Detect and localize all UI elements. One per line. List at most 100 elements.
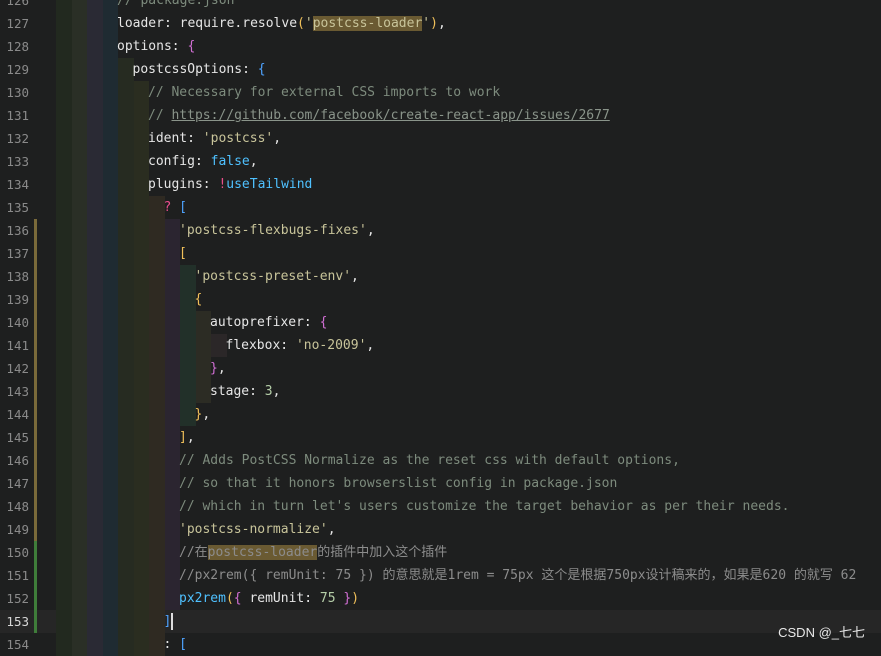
indent-guide	[71, 403, 87, 426]
git-change-marker	[34, 449, 37, 472]
git-change-marker	[34, 426, 37, 449]
code-line[interactable]: 143 stage: 3,	[0, 380, 881, 403]
code-line[interactable]: 131 // https://github.com/facebook/create…	[0, 104, 881, 127]
code-line[interactable]: 148 // which in turn let's users customiz…	[0, 495, 881, 518]
indent-guide	[118, 449, 134, 472]
code-line[interactable]: 129 postcssOptions: {	[0, 58, 881, 81]
indent-guide	[87, 357, 103, 380]
code-line[interactable]: 134 plugins: !useTailwind	[0, 173, 881, 196]
indent-guide	[149, 311, 165, 334]
code-token: flexbox	[225, 338, 281, 353]
indent-guide	[195, 380, 211, 403]
indent-guide	[164, 380, 180, 403]
indent-guide	[102, 518, 118, 541]
code-line[interactable]: 154: [	[0, 633, 881, 656]
code-line[interactable]: 144},	[0, 403, 881, 426]
code-line[interactable]: 138 'postcss-preset-env',	[0, 265, 881, 288]
indent-guide	[149, 219, 165, 242]
indent-guide	[164, 334, 180, 357]
indent-guide	[71, 150, 87, 173]
code-line[interactable]: 128 options: {	[0, 35, 881, 58]
indent-guide	[118, 150, 134, 173]
line-number: 145	[6, 430, 29, 445]
indent-guide	[102, 12, 118, 35]
indent-guide	[71, 0, 87, 12]
indent-guide	[133, 426, 149, 449]
code-token: {	[257, 62, 266, 77]
indent-guide	[149, 380, 165, 403]
code-line[interactable]: 127 loader: require.resolve('postcss-load…	[0, 12, 881, 35]
code-line[interactable]: 147 // so that it honors browserslist con…	[0, 472, 881, 495]
code-token: resolve	[242, 16, 298, 31]
code-line[interactable]: 137 [	[0, 242, 881, 265]
indent-guide	[118, 633, 134, 656]
code-line[interactable]: 126 // package.json	[0, 0, 881, 12]
indent-guide	[149, 610, 165, 633]
code-token: '	[422, 16, 431, 31]
line-number: 146	[6, 453, 29, 468]
code-line[interactable]: 133 config: false,	[0, 150, 881, 173]
code-line[interactable]: 136 'postcss-flexbugs-fixes',	[0, 219, 881, 242]
indent-guide	[133, 449, 149, 472]
indent-guide	[149, 265, 165, 288]
code-line[interactable]: 153]	[0, 610, 881, 633]
indent-guide	[133, 127, 149, 150]
git-change-marker	[34, 311, 37, 334]
indent-guide	[87, 564, 103, 587]
git-change-marker	[34, 357, 37, 380]
code-text: // Adds PostCSS Normalize as the reset c…	[179, 449, 680, 472]
indent-guide	[149, 449, 165, 472]
code-line[interactable]: 135 ? [	[0, 196, 881, 219]
indent-guide	[71, 357, 87, 380]
indent-guide	[164, 495, 180, 518]
indent-guide	[102, 127, 118, 150]
line-number: 152	[6, 591, 29, 606]
line-number: 127	[6, 16, 29, 31]
indent-guide	[164, 564, 180, 587]
code-token: 'no-2009'	[295, 338, 367, 353]
code-token: options	[117, 39, 172, 54]
code-token: ident	[148, 131, 188, 146]
code-line[interactable]: 139 {	[0, 288, 881, 311]
indent-guide	[133, 495, 149, 518]
git-change-marker	[34, 472, 37, 495]
code-token: 75	[319, 591, 336, 606]
code-line[interactable]: 149 'postcss-normalize',	[0, 518, 881, 541]
code-line[interactable]: 151 //px2rem({ remUnit: 75 }) 的意思就是1rem =…	[0, 564, 881, 587]
code-line[interactable]: 152 px2rem({ remUnit: 75 })	[0, 587, 881, 610]
indent-guide	[71, 81, 87, 104]
indent-guide	[87, 610, 103, 633]
code-token: false	[210, 154, 250, 169]
code-token: autoprefixer	[210, 315, 304, 330]
indent-guide	[118, 242, 134, 265]
code-line[interactable]: 150 //在postcss-loader的插件中加入这个插件	[0, 541, 881, 564]
code-line[interactable]: 130 // Necessary for external CSS imports…	[0, 81, 881, 104]
indent-guide	[87, 196, 103, 219]
indent-guide	[56, 104, 72, 127]
code-editor[interactable]: 126// package.json 127 loader: require.res…	[0, 0, 881, 656]
indent-guide	[71, 449, 87, 472]
indent-guide	[102, 495, 118, 518]
indent-guide	[118, 58, 134, 81]
code-line[interactable]: 132 ident: 'postcss',	[0, 127, 881, 150]
code-line[interactable]: 142},	[0, 357, 881, 380]
code-token: ,	[249, 154, 258, 169]
code-line[interactable]: 145],	[0, 426, 881, 449]
code-line[interactable]: 140 autoprefixer: {	[0, 311, 881, 334]
code-line[interactable]: 146 // Adds PostCSS Normalize as the rese…	[0, 449, 881, 472]
indent-guide	[71, 610, 87, 633]
indent-guide	[102, 242, 118, 265]
line-number: 137	[6, 246, 29, 261]
git-change-marker	[34, 288, 37, 311]
code-token: 'postcss'	[202, 131, 274, 146]
code-line[interactable]: 141 flexbox: 'no-2009',	[0, 334, 881, 357]
indent-guide	[164, 311, 180, 334]
indent-guide	[102, 357, 118, 380]
indent-guide	[211, 334, 227, 357]
code-text: },	[195, 403, 211, 426]
line-number: 142	[6, 361, 29, 376]
indent-guide	[133, 334, 149, 357]
code-token: ,	[351, 269, 359, 284]
indent-guide	[149, 587, 165, 610]
